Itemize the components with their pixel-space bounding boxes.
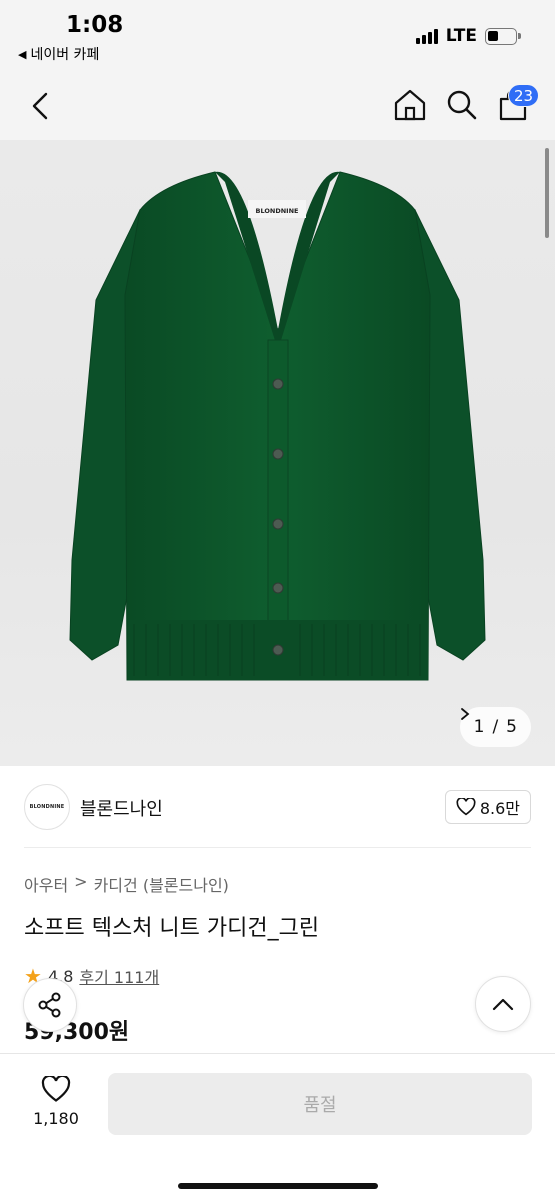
back-arrow-icon[interactable]: [24, 88, 60, 124]
brand-like-count: 8.6만: [479, 799, 520, 818]
top-nav: 23: [0, 70, 555, 140]
heart-icon: [41, 1076, 71, 1102]
breadcrumb-item-cardigan[interactable]: 카디건 (블론드나인): [94, 872, 229, 896]
breadcrumb-separator: >: [74, 872, 88, 891]
scroll-to-top-button[interactable]: [475, 976, 531, 1032]
chevron-right-icon: [460, 708, 470, 720]
pager-separator: /: [492, 717, 499, 737]
wishlist-button[interactable]: 1,180: [26, 1076, 86, 1128]
signal-icon: [415, 28, 438, 44]
brand-tag: BLONDNINE: [256, 207, 299, 215]
brand-name[interactable]: 블론드나인: [80, 795, 163, 821]
wishlist-count: 1,180: [33, 1109, 79, 1128]
review-count-link[interactable]: 후기 111개: [79, 964, 159, 988]
back-to-app-link[interactable]: ◀ 네이버 카페: [18, 44, 99, 64]
share-button[interactable]: [23, 978, 77, 1032]
brand-logo[interactable]: BLONDNINE: [24, 784, 70, 830]
pager-total: 5: [506, 717, 517, 737]
cart-count-badge: 23: [508, 84, 540, 107]
sold-out-button[interactable]: 품절: [108, 1073, 532, 1135]
pager-current: 1: [473, 717, 485, 737]
status-bar: 1:08 ◀ 네이버 카페 LTE: [0, 0, 555, 70]
bottom-action-bar: 1,180 품절: [0, 1053, 555, 1200]
breadcrumb-item-outer[interactable]: 아우터: [24, 872, 68, 896]
home-indicator: [178, 1183, 378, 1189]
heart-icon: [456, 798, 476, 816]
battery-icon: [485, 27, 521, 45]
brand-like-button[interactable]: 8.6만: [444, 790, 531, 824]
cardigan-image: BLONDNINE: [69, 171, 486, 681]
network-label: LTE: [445, 26, 477, 46]
scrollbar[interactable]: [545, 148, 549, 238]
share-icon: [38, 992, 61, 1018]
breadcrumb: 아우터 > 카디건 (블론드나인): [24, 872, 229, 896]
search-icon[interactable]: [444, 87, 480, 123]
status-time: 1:08: [66, 12, 124, 38]
product-title: 소프트 텍스처 니트 가디건_그린: [24, 916, 320, 941]
back-triangle-icon: ◀: [18, 47, 27, 61]
status-indicators: LTE: [415, 26, 521, 46]
divider: [24, 847, 531, 848]
home-icon[interactable]: [392, 87, 428, 123]
chevron-up-icon: [492, 998, 514, 1011]
back-app-label: 네이버 카페: [30, 47, 100, 63]
product-image-gallery[interactable]: BLONDNINE 1 / 5: [0, 140, 555, 766]
image-pager[interactable]: 1 / 5: [459, 707, 531, 747]
brand-row[interactable]: BLONDNINE 블론드나인 8.6만: [0, 766, 555, 848]
